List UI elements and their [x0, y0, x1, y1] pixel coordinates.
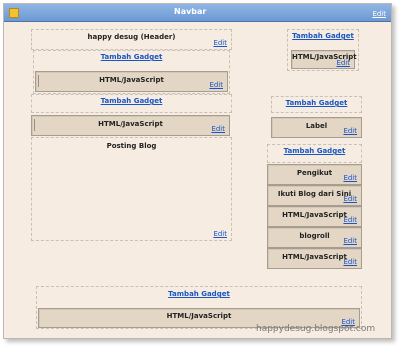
footer-gadget-area: Tambah Gadget HTML/JavaScript Edit: [36, 286, 362, 329]
gadget-edit-link[interactable]: Edit: [211, 125, 225, 133]
pengikut-gadget[interactable]: Pengikut Edit: [267, 164, 362, 185]
gadget-title: HTML/JavaScript: [98, 120, 163, 128]
label-gadget[interactable]: Label Edit: [271, 117, 362, 138]
right-gadget-area-3: Tambah Gadget: [267, 144, 362, 163]
posting-blog-edit-link[interactable]: Edit: [213, 230, 227, 238]
left-add-gadget-link-2[interactable]: Tambah Gadget: [32, 97, 231, 105]
gadget-title: HTML/JavaScript: [166, 312, 232, 320]
right-add-gadget-link-2[interactable]: Tambah Gadget: [272, 99, 361, 107]
left-gadget-area-2: Tambah Gadget: [31, 94, 232, 113]
header-section: happy desug (Header) Edit: [31, 29, 232, 50]
posting-blog-title: Posting Blog: [106, 142, 157, 150]
layout-editor: Navbar Edit happy desug (Header) Edit Ta…: [3, 3, 392, 339]
gadget-edit-link[interactable]: Edit: [343, 127, 357, 135]
blogroll-gadget[interactable]: blogroll Edit: [267, 227, 362, 248]
right-html-gadget-2[interactable]: HTML/JavaScript Edit: [267, 206, 362, 227]
left-gadget-area-1: Tambah Gadget HTML/JavaScript Edit: [33, 50, 230, 94]
gadget-edit-link[interactable]: Edit: [343, 258, 357, 266]
gadget-edit-link[interactable]: Edit: [336, 59, 350, 67]
right-add-gadget-link-3[interactable]: Tambah Gadget: [268, 147, 361, 155]
right-html-gadget-3[interactable]: HTML/JavaScript Edit: [267, 248, 362, 269]
footer-add-gadget-link[interactable]: Tambah Gadget: [37, 290, 361, 298]
navbar: Navbar Edit: [4, 4, 391, 22]
gadget-title: HTML/JavaScript: [99, 76, 164, 84]
right-add-gadget-link-1[interactable]: Tambah Gadget: [288, 32, 358, 40]
gadget-edit-link[interactable]: Edit: [343, 216, 357, 224]
right-gadget-area-2: Tambah Gadget: [271, 96, 362, 113]
gadget-edit-link[interactable]: Edit: [343, 237, 357, 245]
blogger-icon: [9, 8, 19, 18]
header-edit-link[interactable]: Edit: [213, 39, 227, 47]
gadget-edit-link[interactable]: Edit: [209, 81, 223, 89]
left-html-gadget-2[interactable]: HTML/JavaScript Edit: [31, 115, 230, 136]
right-html-gadget-1[interactable]: HTML/JavaScript Edit: [291, 50, 357, 69]
right-gadget-area-1: Tambah Gadget HTML/JavaScript Edit: [287, 29, 359, 71]
left-add-gadget-link-1[interactable]: Tambah Gadget: [34, 53, 229, 61]
navbar-edit-link[interactable]: Edit: [372, 10, 386, 18]
header-title: happy desug (Header): [87, 33, 176, 41]
gadget-edit-link[interactable]: Edit: [343, 174, 357, 182]
left-html-gadget-1[interactable]: HTML/JavaScript Edit: [35, 71, 228, 92]
gadget-edit-link[interactable]: Edit: [343, 195, 357, 203]
navbar-title: Navbar: [174, 7, 207, 16]
posting-blog-section: Posting Blog Edit: [31, 137, 232, 241]
watermark: happydesug.blogspot.com: [256, 324, 376, 334]
ikuti-blog-gadget[interactable]: Ikuti Blog dari Sini Edit: [267, 185, 362, 206]
